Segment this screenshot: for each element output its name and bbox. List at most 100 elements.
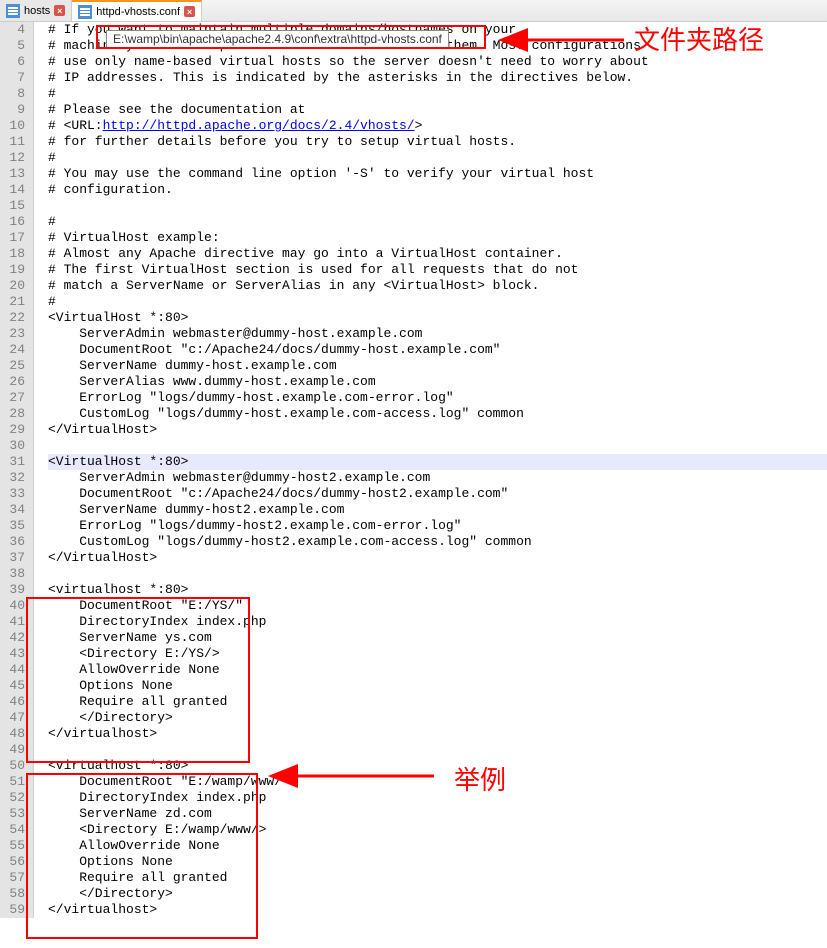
line-number: 7 xyxy=(4,70,25,86)
code-line[interactable]: DocumentRoot "E:/wamp/www/" xyxy=(48,774,827,790)
code-line[interactable]: <VirtualHost *:80> xyxy=(48,310,827,326)
line-number: 6 xyxy=(4,54,25,70)
code-line[interactable]: # use only name-based virtual hosts so t… xyxy=(48,54,827,70)
line-number: 24 xyxy=(4,342,25,358)
code-line[interactable]: # IP addresses. This is indicated by the… xyxy=(48,70,827,86)
code-line[interactable]: </Directory> xyxy=(48,886,827,902)
code-line[interactable]: DirectoryIndex index.php xyxy=(48,790,827,806)
code-line[interactable]: Options None xyxy=(48,678,827,694)
line-number: 13 xyxy=(4,166,25,182)
url-link[interactable]: http://httpd.apache.org/docs/2.4/vhosts/ xyxy=(103,118,415,133)
code-line[interactable]: DocumentRoot "E:/YS/" xyxy=(48,598,827,614)
tab-vhosts[interactable]: httpd-vhosts.conf × xyxy=(72,0,202,21)
code-line[interactable]: # xyxy=(48,214,827,230)
code-line[interactable]: # You may use the command line option '-… xyxy=(48,166,827,182)
line-number: 37 xyxy=(4,550,25,566)
line-number: 8 xyxy=(4,86,25,102)
line-number: 48 xyxy=(4,726,25,742)
code-line[interactable] xyxy=(48,742,827,758)
close-icon[interactable]: × xyxy=(184,6,195,17)
code-line[interactable]: <VirtualHost *:80> xyxy=(48,454,827,470)
line-number: 26 xyxy=(4,374,25,390)
code-line[interactable]: ServerAdmin webmaster@dummy-host2.exampl… xyxy=(48,470,827,486)
line-number: 32 xyxy=(4,470,25,486)
line-number: 4 xyxy=(4,22,25,38)
line-number: 28 xyxy=(4,406,25,422)
code-line[interactable]: ServerName ys.com xyxy=(48,630,827,646)
code-line[interactable]: # Please see the documentation at xyxy=(48,102,827,118)
code-line[interactable]: CustomLog "logs/dummy-host.example.com-a… xyxy=(48,406,827,422)
code-line[interactable]: ServerName zd.com xyxy=(48,806,827,822)
code-line[interactable]: <Directory E:/wamp/www/> xyxy=(48,822,827,838)
code-line[interactable]: ServerAlias www.dummy-host.example.com xyxy=(48,374,827,390)
code-line[interactable]: ServerAdmin webmaster@dummy-host.example… xyxy=(48,326,827,342)
code-line[interactable]: </VirtualHost> xyxy=(48,550,827,566)
code-line[interactable]: DocumentRoot "c:/Apache24/docs/dummy-hos… xyxy=(48,342,827,358)
line-number: 36 xyxy=(4,534,25,550)
line-number: 33 xyxy=(4,486,25,502)
tab-label: httpd-vhosts.conf xyxy=(96,6,180,18)
line-number: 29 xyxy=(4,422,25,438)
code-line[interactable]: </Directory> xyxy=(48,710,827,726)
code-line[interactable] xyxy=(48,438,827,454)
code-line[interactable]: AllowOverride None xyxy=(48,662,827,678)
code-line[interactable]: Require all granted xyxy=(48,694,827,710)
code-line[interactable]: </virtualhost> xyxy=(48,902,827,918)
code-line[interactable]: # xyxy=(48,86,827,102)
code-line[interactable]: DirectoryIndex index.php xyxy=(48,614,827,630)
code-line[interactable]: </virtualhost> xyxy=(48,726,827,742)
line-number: 27 xyxy=(4,390,25,406)
code-line[interactable]: ServerName dummy-host.example.com xyxy=(48,358,827,374)
code-line[interactable]: <virtualhost *:80> xyxy=(48,758,827,774)
tab-bar: hosts × httpd-vhosts.conf × xyxy=(0,0,827,22)
code-line[interactable] xyxy=(48,566,827,582)
line-number-gutter: 4567891011121314151617181920212223242526… xyxy=(0,22,34,918)
code-line[interactable]: <virtualhost *:80> xyxy=(48,582,827,598)
tab-hosts[interactable]: hosts × xyxy=(0,0,72,21)
editor[interactable]: 4567891011121314151617181920212223242526… xyxy=(0,22,827,918)
code-line[interactable]: </VirtualHost> xyxy=(48,422,827,438)
code-line[interactable]: Require all granted xyxy=(48,870,827,886)
line-number: 52 xyxy=(4,790,25,806)
code-line[interactable]: # Almost any Apache directive may go int… xyxy=(48,246,827,262)
path-tooltip: E:\wamp\bin\apache\apache2.4.9\conf\extr… xyxy=(106,30,449,48)
line-number: 46 xyxy=(4,694,25,710)
file-icon xyxy=(6,4,20,18)
line-number: 18 xyxy=(4,246,25,262)
code-line[interactable]: # xyxy=(48,150,827,166)
line-number: 45 xyxy=(4,678,25,694)
file-icon xyxy=(78,5,92,19)
code-line[interactable]: # match a ServerName or ServerAlias in a… xyxy=(48,278,827,294)
code-line[interactable] xyxy=(48,198,827,214)
code-line[interactable]: # xyxy=(48,294,827,310)
code-line[interactable]: ErrorLog "logs/dummy-host.example.com-er… xyxy=(48,390,827,406)
line-number: 30 xyxy=(4,438,25,454)
line-number: 35 xyxy=(4,518,25,534)
line-number: 49 xyxy=(4,742,25,758)
code-line[interactable]: Options None xyxy=(48,854,827,870)
line-number: 23 xyxy=(4,326,25,342)
code-line[interactable]: AllowOverride None xyxy=(48,838,827,854)
line-number: 50 xyxy=(4,758,25,774)
code-line[interactable]: # configuration. xyxy=(48,182,827,198)
code-line[interactable]: # for further details before you try to … xyxy=(48,134,827,150)
code-area[interactable]: # If you want to maintain multiple domai… xyxy=(34,22,827,918)
code-line[interactable]: # The first VirtualHost section is used … xyxy=(48,262,827,278)
code-line[interactable]: DocumentRoot "c:/Apache24/docs/dummy-hos… xyxy=(48,486,827,502)
code-line[interactable]: # <URL:http://httpd.apache.org/docs/2.4/… xyxy=(48,118,827,134)
code-line[interactable]: <Directory E:/YS/> xyxy=(48,646,827,662)
code-line[interactable]: ErrorLog "logs/dummy-host2.example.com-e… xyxy=(48,518,827,534)
line-number: 25 xyxy=(4,358,25,374)
line-number: 47 xyxy=(4,710,25,726)
line-number: 10 xyxy=(4,118,25,134)
line-number: 12 xyxy=(4,150,25,166)
code-line[interactable]: ServerName dummy-host2.example.com xyxy=(48,502,827,518)
code-line[interactable]: # VirtualHost example: xyxy=(48,230,827,246)
close-icon[interactable]: × xyxy=(54,5,65,16)
line-number: 57 xyxy=(4,870,25,886)
line-number: 54 xyxy=(4,822,25,838)
line-number: 31 xyxy=(4,454,25,470)
line-number: 53 xyxy=(4,806,25,822)
code-line[interactable]: CustomLog "logs/dummy-host2.example.com-… xyxy=(48,534,827,550)
line-number: 42 xyxy=(4,630,25,646)
